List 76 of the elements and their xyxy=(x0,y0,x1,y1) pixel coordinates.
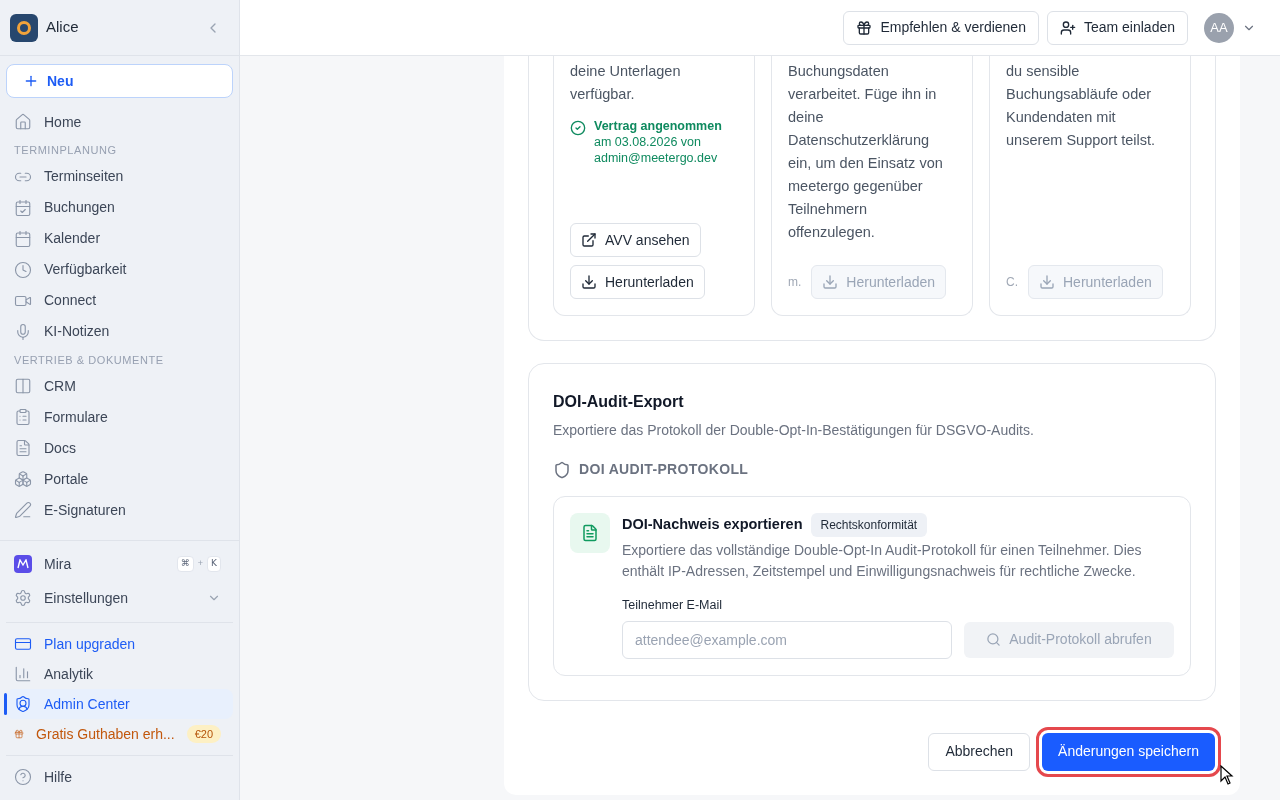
card-description: du sensible Buchungsabläufe oder Kundendaten mit unserem Support teilst. xyxy=(1006,62,1157,150)
download-icon xyxy=(581,274,597,290)
nav-item[interactable]: Analytik xyxy=(6,659,233,689)
help-icon xyxy=(14,768,32,786)
status-title: Vertrag angenommen xyxy=(594,118,723,134)
section-title: DOI-Audit-Export xyxy=(553,392,685,412)
clock-icon xyxy=(14,260,32,279)
email-field[interactable]: attendee@example.com xyxy=(622,620,952,659)
nav-item[interactable]: Plan upgraden xyxy=(6,629,233,659)
nav-item[interactable]: Docs xyxy=(6,433,233,463)
document-icon xyxy=(570,513,610,553)
nav-item[interactable]: Hilfe xyxy=(6,762,233,792)
section-heading: VERTRIEB & DOKUMENTE xyxy=(13,352,165,368)
clipboard-icon xyxy=(14,408,32,426)
referral-button[interactable]: Empfehlen & verdienen xyxy=(843,10,1039,45)
external-link-icon xyxy=(581,232,597,248)
user-plus-icon xyxy=(1059,19,1076,36)
settings-icon xyxy=(14,589,32,607)
nav-item[interactable]: Formulare xyxy=(6,402,233,432)
shield-user-icon xyxy=(14,695,32,713)
nav-item[interactable]: Portale xyxy=(6,464,233,494)
plus-sign: + xyxy=(197,557,204,571)
calendar-icon xyxy=(14,229,32,248)
view-button[interactable]: AVV ansehen xyxy=(570,223,701,257)
export-description: Exportiere das vollständige Double-Opt-In Audit-Protokoll für einen Teilnehmer. Dies enthält IP-Adressen, Zeitstempel und Einwilligungsnachweis für rechtliche Zwecke. xyxy=(622,541,1143,581)
columns-icon xyxy=(14,377,32,395)
home-icon xyxy=(14,113,32,131)
section-description: Exportiere das Protokoll der Double-Opt-In-Bestätigungen für DSGVO-Audits. xyxy=(553,421,1035,440)
plus-icon xyxy=(23,73,39,89)
card-note: m. xyxy=(788,274,802,291)
key-cap: K xyxy=(207,556,221,572)
nav-item[interactable]: KI-Notizen xyxy=(6,316,233,347)
export-title: DOI-Nachweis exportieren xyxy=(622,515,803,535)
new-button[interactable]: Neu xyxy=(6,64,233,98)
settings-item[interactable]: Einstellungen xyxy=(6,582,233,614)
nav-item[interactable]: Mira ⌘ + K xyxy=(6,549,233,579)
nav-item[interactable]: Verfügbarkeit xyxy=(6,254,233,285)
subsection-heading: DOI AUDIT-PROTOKOLL xyxy=(579,460,749,479)
calendar-check-icon xyxy=(14,198,32,217)
microphone-icon xyxy=(14,322,32,341)
download-button[interactable]: Herunterladen xyxy=(570,265,705,299)
nav-item[interactable]: Kalender xyxy=(6,223,233,254)
card-description: deine Unterlagen verfügbar. xyxy=(570,62,682,104)
download-icon xyxy=(1039,274,1055,290)
cancel-button[interactable]: Abbrechen xyxy=(928,732,1031,771)
check-circle-icon xyxy=(570,120,586,136)
nav-item[interactable]: E-Signaturen xyxy=(6,495,233,525)
field-label: Teilnehmer E-Mail xyxy=(622,597,724,614)
status-detail: am 03.08.2026 von admin@meetergo.dev xyxy=(594,134,719,166)
download-icon xyxy=(822,274,839,290)
bar-chart-icon xyxy=(14,665,32,683)
credit-badge: €20 xyxy=(186,724,221,744)
pen-icon xyxy=(14,501,32,519)
boxes-icon xyxy=(14,470,32,488)
credit-card-icon xyxy=(14,635,32,653)
nav-item[interactable]: Home xyxy=(6,107,233,137)
sparkle-logo-icon xyxy=(14,555,32,573)
nav-item[interactable]: Connect xyxy=(6,285,233,316)
search-icon xyxy=(986,632,1002,648)
workspace-name: Alice xyxy=(46,17,79,38)
card-description: Buchungsdaten verarbeitet. Füge ihn in deine Datenschutzerklärung ein, um den Einsatz von meetergo gegenüber Teilnehmern offenzulegen. xyxy=(788,62,944,242)
card-note: C. xyxy=(1006,274,1018,291)
gift-icon xyxy=(856,19,873,36)
nav-item[interactable]: Terminseiten xyxy=(6,161,233,192)
key-cap: ⌘ xyxy=(176,556,194,572)
nav-item[interactable]: CRM xyxy=(6,371,233,401)
shield-icon xyxy=(553,460,571,479)
nav-item[interactable]: Buchungen xyxy=(6,192,233,223)
nav-item[interactable]: Admin Center xyxy=(6,689,233,719)
nav-item[interactable]: Gratis Guthaben erh... €20 xyxy=(6,719,233,749)
compliance-badge: Rechtskonformität xyxy=(810,513,928,537)
document-icon xyxy=(14,439,32,457)
cursor-icon xyxy=(1220,764,1235,785)
invite-button[interactable]: Team einladen xyxy=(1046,10,1188,45)
section-heading: TERMINPLANUNG xyxy=(13,143,118,158)
workspace-logo xyxy=(10,13,38,42)
